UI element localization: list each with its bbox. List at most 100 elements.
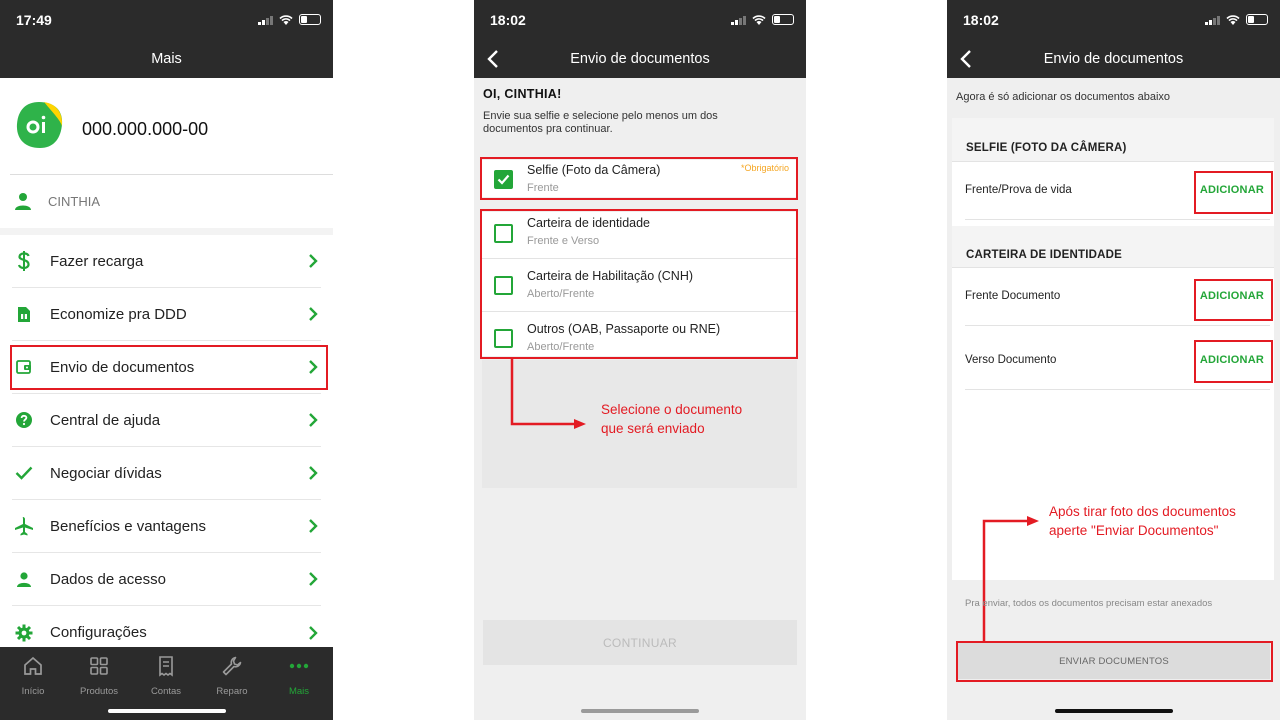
chevron-right-icon <box>309 572 318 586</box>
menu-item-economize-ddd[interactable]: Economize pra DDD <box>12 288 321 341</box>
menu-label: Negociar dívidas <box>50 464 162 482</box>
menu-item-envio-documentos[interactable]: Envio de documentos <box>12 341 321 394</box>
upload-row-label: Frente/Prova de vida <box>965 184 1072 196</box>
tab-contas[interactable]: Contas <box>133 655 199 697</box>
signal-icon <box>731 15 746 25</box>
menu-item-central-ajuda[interactable]: Central de ajuda <box>12 394 321 447</box>
document-sub: Aberto/Frente <box>527 341 595 353</box>
required-label: *Obrigatório <box>740 163 789 173</box>
add-button[interactable]: ADICIONAR <box>1200 354 1264 366</box>
annotation-text: Após tirar foto dos documentos aperte "E… <box>1049 502 1236 540</box>
tab-inicio[interactable]: Início <box>0 655 66 697</box>
user-icon <box>15 193 31 210</box>
wrench-icon <box>222 656 242 676</box>
oi-logo-icon <box>16 102 63 148</box>
document-row-identidade[interactable]: Carteira de identidade Frente e Verso <box>482 212 797 259</box>
document-checkbox[interactable] <box>494 224 513 243</box>
status-icons <box>731 14 794 25</box>
tab-label: Início <box>21 686 45 697</box>
instructions: Envie sua selfie e selecione pelo menos … <box>483 110 718 135</box>
status-icons <box>1205 14 1268 25</box>
status-icons <box>258 14 321 25</box>
menu-item-beneficios[interactable]: Benefícios e vantagens <box>12 500 321 553</box>
status-time: 18:02 <box>490 12 526 28</box>
airplane-icon <box>12 514 36 538</box>
document-options: Carteira de identidade Frente e Verso Ca… <box>482 212 797 356</box>
back-arrow-icon[interactable] <box>484 49 504 69</box>
nav-bar: Envio de documentos <box>474 40 806 78</box>
menu-item-dados-acesso[interactable]: Dados de acesso <box>12 553 321 606</box>
document-checkbox[interactable] <box>494 329 513 348</box>
page-title: Mais <box>151 51 182 67</box>
wifi-icon <box>1226 14 1240 25</box>
checkmark-icon <box>497 174 510 185</box>
menu-item-fazer-recarga[interactable]: Fazer recarga <box>12 235 321 288</box>
tab-produtos[interactable]: Produtos <box>66 655 132 697</box>
status-bar: 18:02 <box>474 0 806 40</box>
selfie-row[interactable]: Selfie (Foto da Câmera) Frente *Obrigató… <box>482 160 797 197</box>
phone-screen-document-select: 18:02 Envio de documentos OI, CINTHIA! E… <box>474 0 806 720</box>
annotation-arrow <box>510 358 586 429</box>
chevron-right-icon <box>309 625 318 640</box>
annotation-line: que será enviado <box>601 421 705 436</box>
tab-bar: Início Produtos Contas Reparo Mais <box>0 647 333 720</box>
home-indicator <box>581 709 699 713</box>
selfie-checkbox[interactable] <box>494 170 513 189</box>
signal-icon <box>258 15 273 25</box>
chevron-right-icon <box>309 360 318 374</box>
nav-bar: Mais <box>0 40 333 78</box>
profile-card: 000.000.000-00 CINTHIA <box>0 78 333 228</box>
phone-screen-document-upload: 18:02 Envio de documentos Agora é só adi… <box>947 0 1280 720</box>
tab-label: Mais <box>288 686 310 697</box>
home-icon <box>24 656 42 675</box>
add-button[interactable]: ADICIONAR <box>1200 184 1264 196</box>
annotation-line: Selecione o documento <box>601 402 743 417</box>
dollar-icon <box>12 249 36 273</box>
menu-label: Central de ajuda <box>50 411 161 429</box>
user-icon <box>12 567 36 591</box>
menu-label: Economize pra DDD <box>50 305 187 323</box>
tab-reparo[interactable]: Reparo <box>199 655 265 697</box>
tab-label: Contas <box>150 686 182 697</box>
home-indicator <box>1054 709 1173 713</box>
back-arrow-icon[interactable] <box>957 49 977 69</box>
more-icon <box>289 663 309 669</box>
menu-item-negociar-dividas[interactable]: Negociar dívidas <box>12 447 321 500</box>
tab-label: Reparo <box>216 686 248 697</box>
document-sub: Aberto/Frente <box>527 288 595 300</box>
document-title: Carteira de identidade <box>527 216 650 230</box>
selfie-sub: Frente <box>527 182 559 194</box>
continue-button[interactable]: CONTINUAR <box>483 620 797 665</box>
document-title: Outros (OAB, Passaporte ou RNE) <box>527 322 721 336</box>
section-header-bg <box>952 226 1274 268</box>
hint-text: Agora é só adicionar os documentos abaix… <box>956 91 1171 103</box>
tab-mais[interactable]: Mais <box>266 655 332 697</box>
user-name: CINTHIA <box>48 194 100 209</box>
chevron-right-icon <box>309 413 318 427</box>
divider <box>10 174 333 175</box>
page-title: Envio de documentos <box>1043 51 1184 67</box>
upload-row-label: Frente Documento <box>965 290 1061 302</box>
signal-icon <box>1205 15 1220 25</box>
upload-row-frente: Frente Documento ADICIONAR <box>965 270 1270 326</box>
check-icon <box>12 461 36 485</box>
menu-list: Fazer recarga Economize pra DDD Envio de… <box>0 235 333 647</box>
add-button[interactable]: ADICIONAR <box>1200 290 1264 302</box>
help-icon <box>12 408 36 432</box>
send-documents-button[interactable]: ENVIAR DOCUMENTOS <box>958 643 1270 679</box>
document-row-outros[interactable]: Outros (OAB, Passaporte ou RNE) Aberto/F… <box>482 312 797 356</box>
status-bar: 18:02 <box>947 0 1280 40</box>
battery-icon <box>1246 14 1268 25</box>
grid-icon <box>90 657 108 675</box>
document-row-cnh[interactable]: Carteira de Habilitação (CNH) Aberto/Fre… <box>482 259 797 312</box>
cpf-number: 000.000.000-00 <box>82 119 209 139</box>
wifi-icon <box>752 14 766 25</box>
menu-label: Envio de documentos <box>50 358 195 376</box>
document-checkbox[interactable] <box>494 276 513 295</box>
selfie-option[interactable]: Selfie (Foto da Câmera) Frente *Obrigató… <box>482 160 797 197</box>
page-title: Envio de documentos <box>570 51 710 67</box>
document-title: Carteira de Habilitação (CNH) <box>527 269 694 283</box>
menu-label: Configurações <box>50 624 147 641</box>
sim-card-icon <box>12 302 36 326</box>
battery-icon <box>772 14 794 25</box>
